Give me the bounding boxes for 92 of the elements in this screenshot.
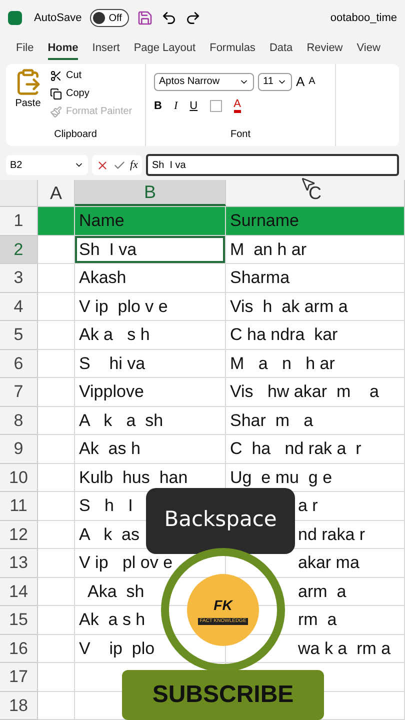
column-header[interactable]: B [75,180,226,206]
grow-font-button[interactable]: A [296,72,305,92]
cell-text: S hi va [79,352,146,374]
redo-icon[interactable] [184,10,201,26]
logo-initials: FK [214,596,232,615]
undo-icon[interactable] [160,10,177,26]
column-title: Surname [230,210,299,232]
menu-tab[interactable]: Formulas [210,40,256,60]
cell-text: nd raka r [298,524,366,546]
menu-tab[interactable]: Home [48,40,78,60]
cell-text: C ha ndra kar [230,324,338,346]
row-header[interactable]: 2 [0,236,38,264]
cell-text: a r [298,495,318,517]
key-label: Backspace [164,506,277,533]
row-header[interactable]: 18 [0,692,38,720]
enter-icon[interactable] [113,158,126,172]
cell-text: arm a [298,580,346,602]
cell-text: A k a sh [79,410,164,432]
row-header[interactable]: 11 [0,492,38,520]
cell-text: Akash [79,267,126,289]
font-size-dropdown[interactable]: 11 [258,72,292,91]
cut-button[interactable]: Cut [50,68,132,83]
group-label: Font [229,128,252,142]
underline-button[interactable]: U [190,98,198,114]
menu-tab[interactable]: Insert [92,40,120,60]
formula-field[interactable]: Sh I va [146,154,399,176]
row-header[interactable]: 15 [0,606,38,634]
shrink-font-button[interactable]: A [308,74,316,90]
cell-text: S h I [79,495,133,517]
cell-text: M a n h ar [230,352,335,374]
table-cell [38,663,75,692]
row-header[interactable]: 16 [0,634,38,663]
paste-button[interactable]: Paste [15,96,41,111]
cell-text: Ak a s h [79,324,150,346]
table-cell [38,692,75,720]
cell-text: Ak as h [79,438,140,460]
cell-text: wa k a rm a [298,638,391,660]
row-header[interactable]: 12 [0,520,38,549]
menu-tab[interactable]: View [356,40,380,60]
row-header[interactable]: 13 [0,549,38,578]
cell-text: V ip plo v e [79,296,168,318]
row-header[interactable]: 4 [0,292,38,321]
font-color-button[interactable]: A [234,98,241,113]
cell-text: Sh I va [79,238,137,260]
row-header[interactable]: 10 [0,464,38,492]
font-name-dropdown[interactable]: Aptos Narrow [154,72,254,91]
row-header[interactable]: 5 [0,321,38,350]
italic-button[interactable]: I [174,98,178,114]
autosave-label: AutoSave [34,10,82,26]
menu-tab[interactable]: Review [306,40,343,60]
cell-text: Shar m a [230,410,314,432]
cell-text: akar ma [298,552,360,574]
autosave-toggle[interactable]: Off [90,9,129,27]
row-header[interactable]: 8 [0,406,38,435]
copy-button[interactable]: Copy [50,86,132,101]
row-header[interactable]: 3 [0,264,38,292]
spreadsheet-app-icon [8,11,22,25]
name-box[interactable]: B2 [6,155,88,175]
row-header[interactable]: 6 [0,350,38,378]
menu-tab[interactable]: Page Layout [134,40,196,60]
cell-text: Vipplove [79,381,144,403]
cell-text: V ip plo [79,638,155,660]
cancel-icon[interactable] [96,158,109,172]
group-label: Clipboard [53,128,98,142]
row-header[interactable]: 14 [0,578,38,606]
row-header[interactable]: 7 [0,378,38,406]
row-header[interactable]: 9 [0,435,38,464]
cell-text: Aka sh [86,580,144,602]
subscribe-button[interactable]: SUBSCRIBE [122,670,324,720]
cell-text: Vis hw akar m a [230,381,379,403]
cell-text: Vis h ak arm a [230,296,348,318]
function-icon[interactable]: fx [130,156,138,174]
menu-tab[interactable]: Data [269,40,293,60]
column-title: Name [79,210,124,232]
row-header[interactable]: 17 [0,663,38,692]
row-header[interactable]: 1 [0,207,38,236]
cell-text: rm a [298,609,337,631]
cell-text: V ip pl ov e [79,552,173,574]
menu-tab[interactable]: File [16,40,34,60]
cell-text: Kulb hus han [79,466,188,488]
cell-text: Sharma [230,267,290,289]
save-icon[interactable] [136,10,153,26]
cell-text: A k as [79,524,140,546]
cell-text: Ug e mu g e [230,466,332,488]
cell-text: C ha nd rak a r [230,438,362,460]
file-name: ootaboo_time [330,10,397,26]
copy-icon [50,88,62,100]
bold-button[interactable]: B [154,98,162,114]
cell-text: Ak a s h [79,609,146,631]
cell-text: M an h ar [230,238,307,260]
scissors-icon [50,70,62,82]
paintbrush-icon [50,106,62,118]
